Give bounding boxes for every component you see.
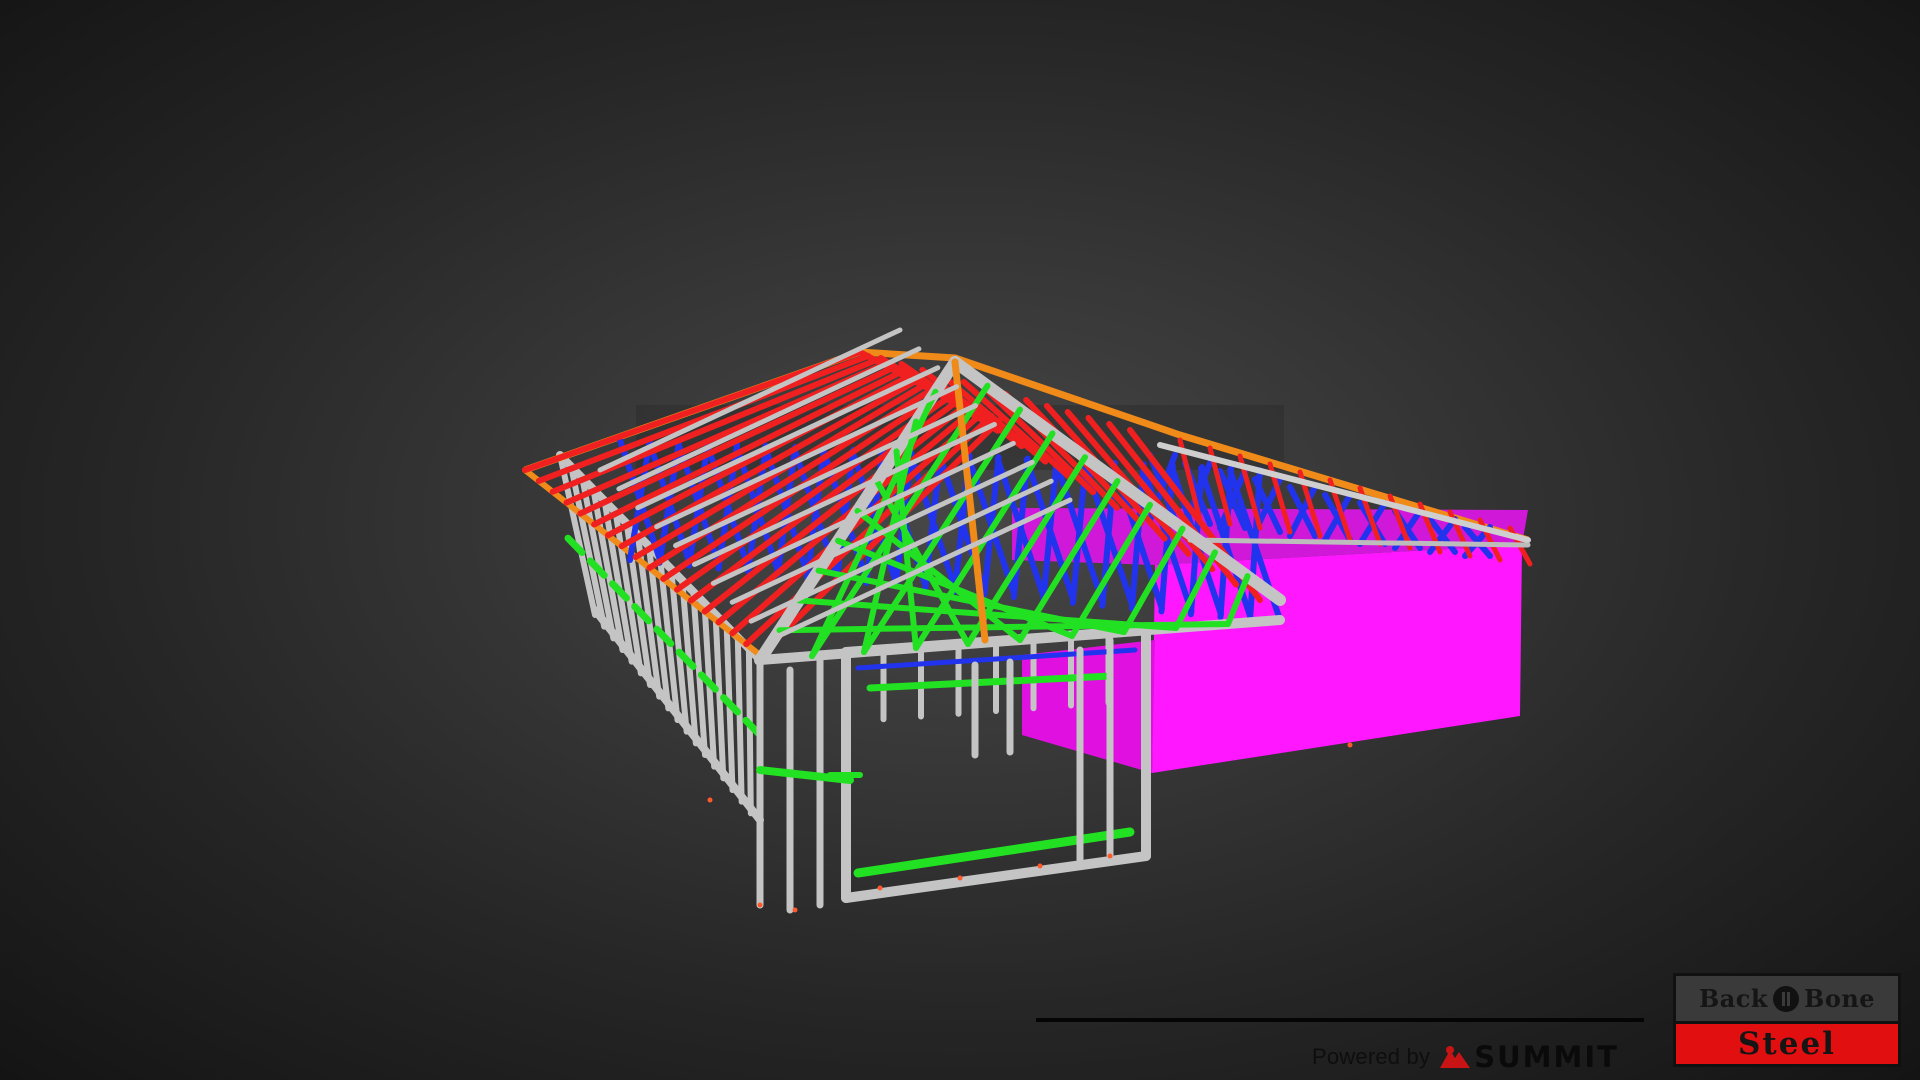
hold-down-marker xyxy=(707,797,713,803)
logo-top-band: Back Bone xyxy=(1676,976,1898,1021)
logo-word-back: Back xyxy=(1698,984,1769,1013)
left-wall-stud xyxy=(745,645,754,817)
summit-logo-icon xyxy=(1440,1046,1471,1068)
backbone-steel-logo: Back Bone Steel xyxy=(1673,973,1901,1067)
powered-by-label: Powered by xyxy=(1312,1044,1431,1069)
powered-by-summit[interactable]: Powered by SUMMIT xyxy=(1312,1040,1619,1074)
3d-model-viewer[interactable]: Powered by SUMMIT Back Bone Steel xyxy=(0,0,1920,1080)
hold-down-marker xyxy=(957,875,963,881)
steel-frame-house-model[interactable] xyxy=(0,0,1920,1080)
summit-brand-name: SUMMIT xyxy=(1474,1040,1619,1074)
logo-bottom-band: Steel xyxy=(1676,1021,1898,1064)
left-wall-stud xyxy=(734,634,745,805)
hold-down-marker xyxy=(757,902,763,908)
hold-down-marker xyxy=(1037,863,1043,869)
cladding-front-wall xyxy=(1022,640,1155,773)
logo-word-bone: Bone xyxy=(1804,984,1876,1013)
hold-down-marker xyxy=(1107,853,1113,859)
hold-down-markers xyxy=(707,742,1353,913)
hold-down-marker xyxy=(1347,742,1353,748)
hold-down-marker xyxy=(877,885,883,891)
porch-bottom-plate xyxy=(841,851,1151,903)
hold-down-marker xyxy=(792,907,798,913)
logo-emblem-icon xyxy=(1773,985,1800,1012)
branding-divider xyxy=(1036,1018,1644,1022)
